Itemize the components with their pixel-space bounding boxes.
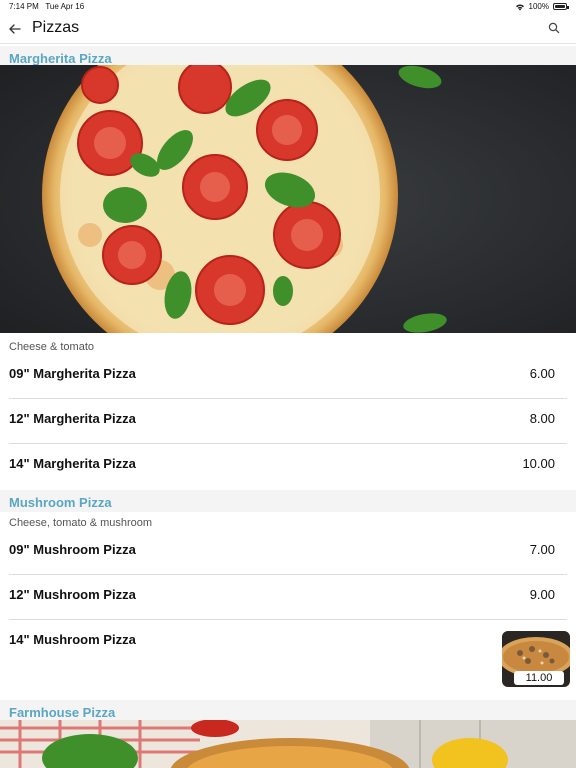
item-price: 10.00 <box>522 456 555 471</box>
item-name: 09" Mushroom Pizza <box>9 542 136 557</box>
status-bar: 7:14 PM Tue Apr 16 100% <box>0 0 576 14</box>
margherita-hero-image <box>0 65 576 333</box>
wifi-icon <box>515 4 524 10</box>
item-name: 14" Margherita Pizza <box>9 456 136 471</box>
section-title: Farmhouse Pizza <box>9 705 116 720</box>
back-button[interactable] <box>6 20 24 38</box>
search-icon <box>548 22 560 34</box>
item-price: 7.00 <box>529 542 555 557</box>
battery-percent: 100% <box>528 2 549 11</box>
item-name: 12" Margherita Pizza <box>9 411 136 426</box>
section-header-farmhouse: Farmhouse Pizza <box>0 700 576 722</box>
section-title: Margherita Pizza <box>9 51 112 66</box>
item-price: 8.00 <box>529 411 555 426</box>
item-price: 9.00 <box>529 587 555 602</box>
section-description: Cheese, tomato & mushroom <box>9 517 153 529</box>
section-header-mushroom: Mushroom Pizza <box>0 490 576 512</box>
menu-item-row[interactable]: 12" Margherita Pizza 8.00 <box>9 399 567 444</box>
thumbnail-price: 11.00 <box>514 671 564 685</box>
item-name: 09" Margherita Pizza <box>9 366 136 381</box>
item-thumbnail[interactable]: 11.00 <box>502 631 570 687</box>
search-button[interactable] <box>548 21 562 35</box>
section-description: Cheese & tomato <box>9 341 94 353</box>
status-time: 7:14 PM Tue Apr 16 <box>9 2 85 11</box>
navigation-bar: Pizzas <box>0 14 576 44</box>
menu-item-row[interactable]: 14" Mushroom Pizza <box>9 620 567 690</box>
menu-item-row[interactable]: 12" Mushroom Pizza 9.00 <box>9 575 567 620</box>
battery-icon <box>553 3 569 10</box>
back-arrow-icon <box>9 24 21 34</box>
menu-item-row[interactable]: 14" Margherita Pizza 10.00 <box>9 444 567 489</box>
item-name: 14" Mushroom Pizza <box>9 632 136 647</box>
menu-item-row[interactable]: 09" Margherita Pizza 6.00 <box>9 354 567 399</box>
status-right: 100% <box>515 2 569 11</box>
menu-item-row[interactable]: 09" Mushroom Pizza 7.00 <box>9 530 567 575</box>
item-price: 6.00 <box>529 366 555 381</box>
item-name: 12" Mushroom Pizza <box>9 587 136 602</box>
page-title: Pizzas <box>32 19 80 36</box>
farmhouse-hero-image <box>0 720 576 768</box>
section-title: Mushroom Pizza <box>9 495 112 510</box>
